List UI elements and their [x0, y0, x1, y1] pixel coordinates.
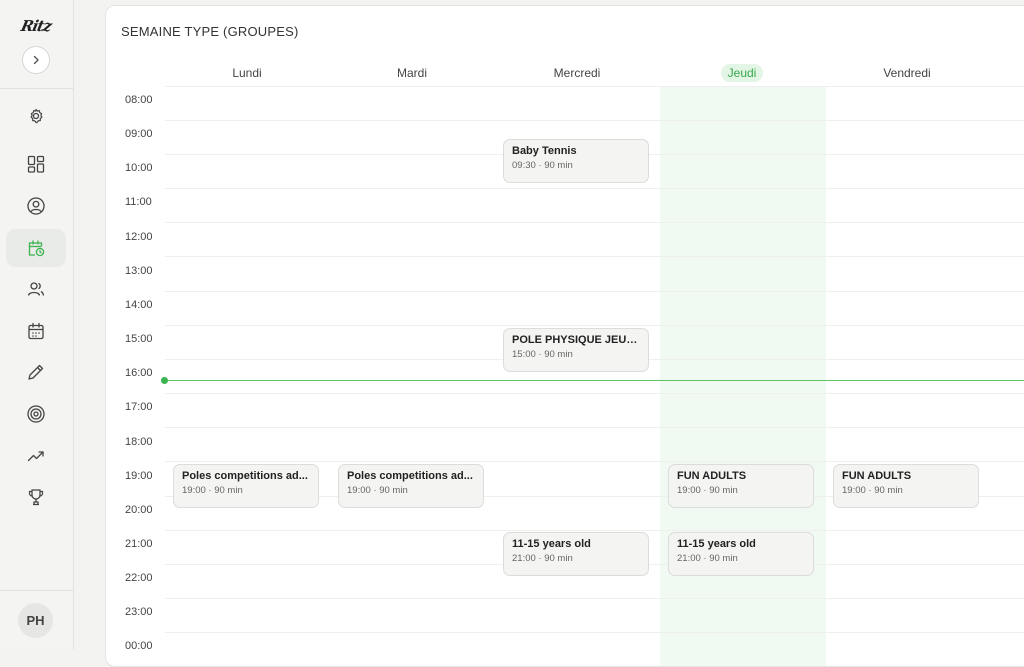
event-time: 19:00 · 90 min: [842, 485, 903, 496]
day-header-mardi: Mardi: [396, 66, 427, 80]
nav-calendar[interactable]: [6, 312, 66, 350]
time-label: 23:00: [125, 606, 153, 618]
time-label: 16:00: [125, 367, 153, 379]
nav-competitions[interactable]: [6, 478, 66, 516]
time-label: 20:00: [125, 504, 153, 516]
time-label: 19:00: [125, 470, 153, 482]
time-label: 00:00: [125, 640, 153, 652]
day-header-vendredi: Vendredi: [883, 66, 931, 80]
event-time: 19:00 · 90 min: [347, 485, 408, 496]
event-time: 21:00 · 90 min: [512, 553, 573, 564]
time-label: 17:00: [125, 401, 153, 413]
event-time: 19:00 · 90 min: [182, 485, 243, 496]
hour-gridline: [165, 222, 1024, 223]
event-title: FUN ADULTS: [842, 470, 912, 482]
event-time: 19:00 · 90 min: [677, 485, 738, 496]
hour-gridline: [165, 86, 1024, 87]
hour-gridline: [165, 530, 1024, 531]
nav-profile[interactable]: [6, 187, 66, 225]
event-card[interactable]: Baby Tennis 09:30 · 90 min: [503, 139, 649, 183]
current-time-line: [165, 380, 1024, 381]
event-title: Poles competitions ad...: [182, 470, 308, 482]
sidebar-toggle-button[interactable]: [22, 46, 50, 74]
day-header-mercredi: Mercredi: [553, 66, 601, 80]
trophy-icon: [28, 489, 44, 506]
nav-settings[interactable]: [6, 97, 66, 135]
day-header-jeudi: Jeudi: [660, 64, 824, 82]
event-title: Poles competitions ad...: [347, 470, 473, 482]
time-label: 15:00: [125, 333, 153, 345]
dashboard-icon: [27, 155, 45, 173]
today-column-highlight: [660, 86, 826, 666]
event-card[interactable]: FUN ADULTS 19:00 · 90 min: [668, 464, 814, 508]
hour-gridline: [165, 393, 1024, 394]
pencil-icon: [28, 364, 44, 380]
settings-icon: [30, 108, 43, 124]
time-label: 11:00: [125, 196, 152, 208]
time-label: 13:00: [125, 265, 153, 277]
nav-edit[interactable]: [6, 353, 66, 391]
calendar-clock-icon: [28, 240, 45, 257]
event-time: 15:00 · 90 min: [512, 349, 573, 360]
time-label: 22:00: [125, 572, 153, 584]
event-card[interactable]: 11-15 years old 21:00 · 90 min: [668, 532, 814, 576]
time-label: 10:00: [125, 162, 153, 174]
app-logo: Ritz: [19, 17, 53, 35]
chevron-right-icon: [33, 55, 39, 65]
current-time-marker: [161, 377, 168, 384]
event-card[interactable]: Poles competitions ad... 19:00 · 90 min: [173, 464, 319, 508]
hour-gridline: [165, 461, 1024, 462]
avatar[interactable]: PH: [18, 603, 53, 638]
sidebar: Ritz PH: [0, 0, 74, 650]
time-label: 14:00: [125, 299, 153, 311]
event-title: Baby Tennis: [512, 145, 577, 157]
event-card[interactable]: 11-15 years old 21:00 · 90 min: [503, 532, 649, 576]
day-header-lundi: Lundi: [232, 66, 262, 80]
nav-users[interactable]: [6, 270, 66, 308]
hour-gridline: [165, 291, 1024, 292]
nav-goals[interactable]: [6, 395, 66, 433]
hour-gridline: [165, 325, 1024, 326]
nav-stats[interactable]: [6, 437, 66, 475]
event-title: 11-15 years old: [512, 538, 591, 550]
target-icon: [27, 405, 45, 423]
time-label: 18:00: [125, 436, 153, 448]
event-title: 11-15 years old: [677, 538, 756, 550]
hour-gridline: [165, 120, 1024, 121]
schedule-card: SEMAINE TYPE (GROUPES) Lundi Mardi Mercr…: [105, 5, 1024, 667]
nav-dashboard[interactable]: [6, 145, 66, 183]
hour-gridline: [165, 188, 1024, 189]
event-card[interactable]: POLE PHYSIQUE JEUN... 15:00 · 90 min: [503, 328, 649, 372]
profile-icon: [27, 197, 45, 215]
hour-gridline: [165, 256, 1024, 257]
event-time: 09:30 · 90 min: [512, 160, 573, 171]
event-card[interactable]: Poles competitions ad... 19:00 · 90 min: [338, 464, 484, 508]
hour-gridline: [165, 632, 1024, 633]
page-title: SEMAINE TYPE (GROUPES): [121, 24, 299, 39]
trending-up-icon: [27, 451, 44, 462]
event-title: FUN ADULTS: [677, 470, 747, 482]
sidebar-divider: [0, 590, 73, 591]
time-label: 21:00: [125, 538, 153, 550]
hour-gridline: [165, 427, 1024, 428]
time-label: 12:00: [125, 231, 153, 243]
nav-schedule[interactable]: [6, 229, 66, 267]
event-card[interactable]: FUN ADULTS 19:00 · 90 min: [833, 464, 979, 508]
sidebar-divider: [0, 88, 73, 89]
calendar-icon: [28, 322, 44, 340]
event-time: 21:00 · 90 min: [677, 553, 738, 564]
hour-gridline: [165, 598, 1024, 599]
users-icon: [27, 282, 45, 296]
time-label: 08:00: [125, 94, 153, 106]
time-label: 09:00: [125, 128, 153, 140]
event-title: POLE PHYSIQUE JEUN...: [512, 334, 640, 346]
